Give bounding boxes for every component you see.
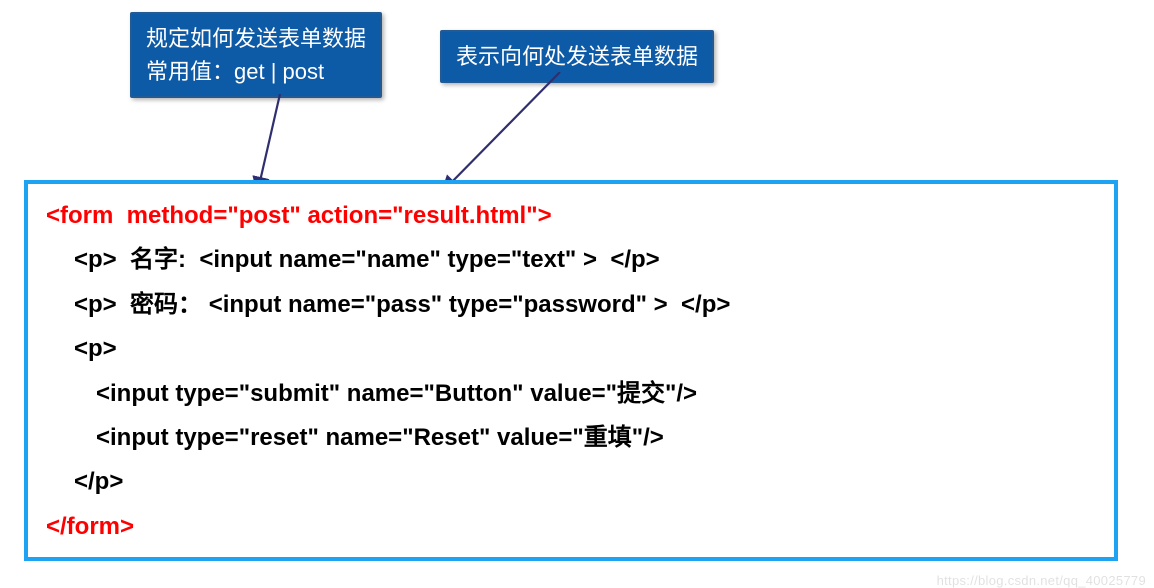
code-line-reset: <input type="reset" name="Reset" value="… [46, 416, 1096, 460]
code-p-close: </p> [46, 460, 1096, 504]
code-line-submit: <input type="submit" name="Button" value… [46, 372, 1096, 416]
code-p-open: <p> [46, 327, 1096, 371]
callout-action: 表示向何处发送表单数据 [440, 30, 714, 83]
code-box: <form method="post" action="result.html"… [24, 180, 1118, 561]
code-line-name: <p> 名字: <input name="name" type="text" >… [46, 238, 1096, 282]
callout-method: 规定如何发送表单数据 常用值：get | post [130, 12, 382, 98]
callout-method-line1: 规定如何发送表单数据 [146, 22, 366, 55]
code-form-open: <form method="post" action="result.html"… [46, 194, 1096, 238]
code-form-close: </form> [46, 505, 1096, 549]
code-line-pass: <p> 密码： <input name="pass" type="passwor… [46, 283, 1096, 327]
watermark: https://blog.csdn.net/qq_40025779 [937, 573, 1146, 588]
callout-method-line2: 常用值：get | post [146, 55, 366, 88]
callout-action-text: 表示向何处发送表单数据 [456, 44, 698, 69]
